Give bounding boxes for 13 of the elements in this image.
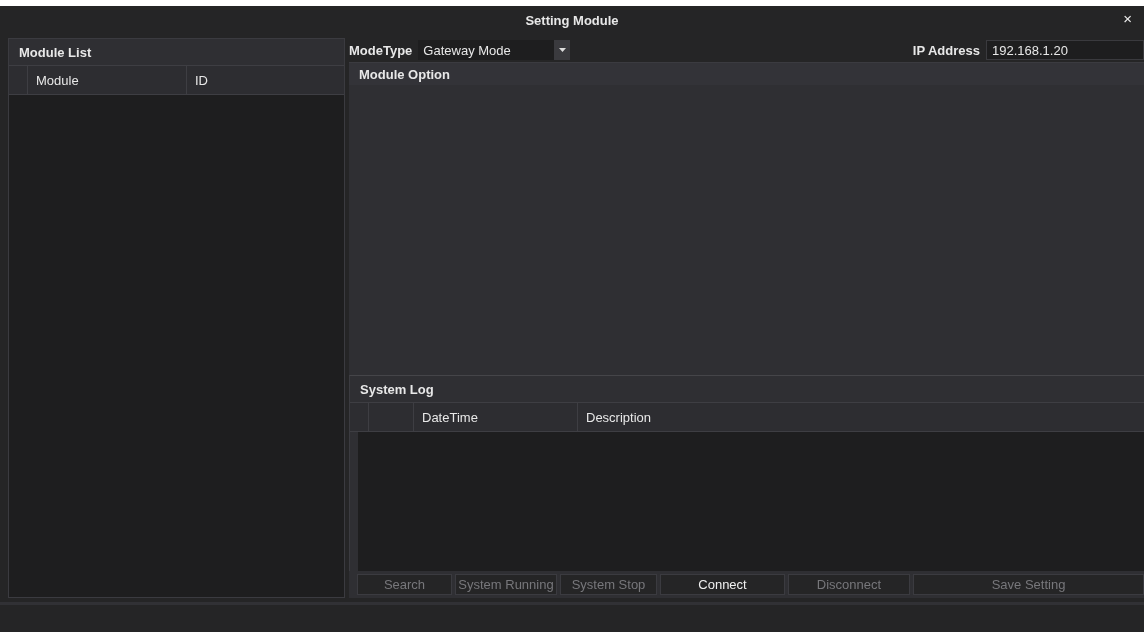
- column-header[interactable]: ID: [187, 66, 344, 94]
- caret-icon: [558, 48, 566, 52]
- column-header[interactable]: Description: [578, 403, 1144, 431]
- ip-address-label: IP Address: [912, 42, 980, 58]
- close-button[interactable]: ×: [1117, 10, 1138, 27]
- mode-type-dropdown[interactable]: Gateway Mode: [418, 40, 571, 60]
- action-button[interactable]: Connect: [660, 574, 785, 595]
- mode-type-label: ModeType: [349, 42, 413, 58]
- window-title: Setting Module: [525, 12, 619, 28]
- ip-address-field[interactable]: 192.168.1.20: [986, 40, 1144, 60]
- column-header[interactable]: Module: [28, 66, 187, 94]
- panel-title: Module Option: [349, 63, 1144, 85]
- column-header[interactable]: DateTime: [414, 403, 578, 431]
